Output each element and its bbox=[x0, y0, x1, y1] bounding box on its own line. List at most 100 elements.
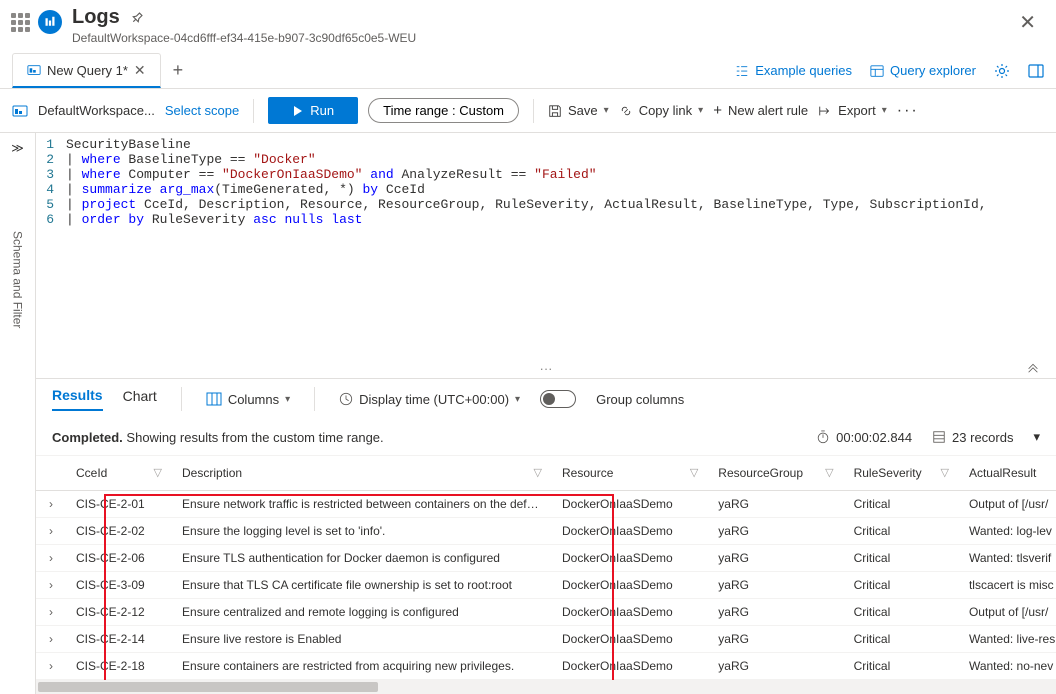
gear-icon[interactable] bbox=[994, 63, 1010, 79]
cell-description: Ensure TLS authentication for Docker dae… bbox=[172, 545, 552, 572]
main-area: ≫ Schema and Filter 1SecurityBaseline 2|… bbox=[0, 133, 1056, 694]
col-resource[interactable]: Resource▽ bbox=[552, 456, 708, 491]
query-editor[interactable]: 1SecurityBaseline 2| where BaselineType … bbox=[36, 133, 1056, 231]
waffle-icon[interactable] bbox=[8, 10, 32, 34]
expand-icon[interactable]: › bbox=[36, 518, 66, 545]
expand-icon[interactable]: › bbox=[36, 545, 66, 572]
cell-actualresult: Wanted: no-nev bbox=[959, 653, 1056, 680]
cell-ruleseverity: Critical bbox=[844, 518, 959, 545]
cell-resource: DockerOnIaaSDemo bbox=[552, 572, 708, 599]
chevron-right-icon[interactable]: ≫ bbox=[11, 141, 24, 155]
example-queries-label: Example queries bbox=[755, 63, 852, 78]
col-description[interactable]: Description▽ bbox=[172, 456, 552, 491]
elapsed-time: 00:00:02.844 bbox=[836, 430, 912, 445]
col-actualresult[interactable]: ActualResult bbox=[959, 456, 1056, 491]
tab-chart[interactable]: Chart bbox=[123, 388, 157, 410]
tab-results[interactable]: Results bbox=[52, 387, 103, 411]
add-tab-button[interactable]: + bbox=[161, 60, 196, 81]
table-row[interactable]: ›CIS-CE-2-12Ensure centralized and remot… bbox=[36, 599, 1056, 626]
cell-resourcegroup: yaRG bbox=[708, 518, 843, 545]
export-button[interactable]: Export ▾ bbox=[818, 103, 887, 118]
example-queries-button[interactable]: Example queries bbox=[735, 63, 852, 78]
cell-resource: DockerOnIaaSDemo bbox=[552, 653, 708, 680]
schema-filter-label: Schema and Filter bbox=[11, 171, 25, 328]
side-panel-collapsed[interactable]: ≫ Schema and Filter bbox=[0, 133, 36, 694]
table-row[interactable]: ›CIS-CE-2-02Ensure the logging level is … bbox=[36, 518, 1056, 545]
cell-description: Ensure the logging level is set to 'info… bbox=[172, 518, 552, 545]
cell-ruleseverity: Critical bbox=[844, 653, 959, 680]
copy-link-button[interactable]: Copy link ▾ bbox=[619, 103, 704, 118]
group-columns-toggle[interactable] bbox=[540, 390, 576, 408]
columns-label: Columns bbox=[228, 392, 279, 407]
time-range-button[interactable]: Time range : Custom bbox=[368, 98, 519, 123]
tab-close-icon[interactable]: ✕ bbox=[134, 62, 146, 79]
columns-button[interactable]: Columns ▾ bbox=[206, 392, 290, 407]
cell-resource: DockerOnIaaSDemo bbox=[552, 518, 708, 545]
cell-resourcegroup: yaRG bbox=[708, 599, 843, 626]
plus-icon: + bbox=[713, 102, 722, 119]
expand-icon[interactable]: › bbox=[36, 626, 66, 653]
cell-cceid: CIS-CE-2-01 bbox=[66, 491, 172, 518]
cell-actualresult: Wanted: tlsverif bbox=[959, 545, 1056, 572]
col-cceid[interactable]: CceId▽ bbox=[66, 456, 172, 491]
expand-icon[interactable]: › bbox=[36, 491, 66, 518]
pin-icon[interactable] bbox=[127, 8, 147, 28]
expand-icon[interactable]: › bbox=[36, 653, 66, 680]
display-time-button[interactable]: Display time (UTC+00:00) ▾ bbox=[339, 392, 520, 407]
results-toolbar: Results Chart Columns ▾ Display time (UT… bbox=[36, 378, 1056, 419]
query-explorer-button[interactable]: Query explorer bbox=[870, 63, 976, 78]
cell-cceid: CIS-CE-3-09 bbox=[66, 572, 172, 599]
cell-cceid: CIS-CE-2-06 bbox=[66, 545, 172, 572]
cell-cceid: CIS-CE-2-02 bbox=[66, 518, 172, 545]
select-scope-button[interactable]: Select scope bbox=[165, 103, 239, 118]
table-row[interactable]: ›CIS-CE-2-01Ensure network traffic is re… bbox=[36, 491, 1056, 518]
clock-icon bbox=[339, 392, 353, 406]
record-count: 23 records bbox=[952, 430, 1013, 445]
pane-splitter[interactable]: ··· bbox=[36, 358, 1056, 378]
workspace-path: DefaultWorkspace-04cd6fff-ef34-415e-b907… bbox=[72, 31, 1011, 45]
divider bbox=[253, 99, 254, 123]
cell-actualresult: tlscacert is misc bbox=[959, 572, 1056, 599]
chevron-down-icon[interactable]: ▾ bbox=[1033, 429, 1040, 445]
cell-actualresult: Output of [/usr/ bbox=[959, 599, 1056, 626]
save-icon bbox=[548, 104, 562, 118]
filter-icon[interactable]: ▽ bbox=[690, 466, 698, 479]
close-icon[interactable]: ✕ bbox=[1011, 6, 1044, 39]
save-button[interactable]: Save ▾ bbox=[548, 103, 609, 118]
cell-resourcegroup: yaRG bbox=[708, 545, 843, 572]
cell-resourcegroup: yaRG bbox=[708, 491, 843, 518]
horizontal-scrollbar[interactable] bbox=[36, 680, 1056, 694]
filter-icon[interactable]: ▽ bbox=[825, 466, 833, 479]
cell-ruleseverity: Critical bbox=[844, 545, 959, 572]
table-row[interactable]: ›CIS-CE-2-18Ensure containers are restri… bbox=[36, 653, 1056, 680]
cell-actualresult: Wanted: log-lev bbox=[959, 518, 1056, 545]
table-row[interactable]: ›CIS-CE-3-09Ensure that TLS CA certifica… bbox=[36, 572, 1056, 599]
run-button[interactable]: Run bbox=[268, 97, 358, 124]
filter-icon[interactable]: ▽ bbox=[534, 466, 542, 479]
col-resourcegroup[interactable]: ResourceGroup▽ bbox=[708, 456, 843, 491]
query-explorer-label: Query explorer bbox=[890, 63, 976, 78]
filter-icon[interactable]: ▽ bbox=[940, 466, 948, 479]
run-label: Run bbox=[310, 103, 334, 118]
table-row[interactable]: ›CIS-CE-2-06Ensure TLS authentication fo… bbox=[36, 545, 1056, 572]
link-icon bbox=[619, 104, 633, 118]
tab-new-query[interactable]: New Query 1* ✕ bbox=[12, 53, 161, 88]
table-header-row: CceId▽ Description▽ Resource▽ ResourceGr… bbox=[36, 456, 1056, 491]
filter-icon[interactable]: ▽ bbox=[154, 466, 162, 479]
cell-cceid: CIS-CE-2-18 bbox=[66, 653, 172, 680]
cell-resourcegroup: yaRG bbox=[708, 653, 843, 680]
save-label: Save bbox=[568, 103, 598, 118]
panel-icon[interactable] bbox=[1028, 63, 1044, 79]
col-ruleseverity[interactable]: RuleSeverity▽ bbox=[844, 456, 959, 491]
more-button[interactable]: ··· bbox=[897, 102, 919, 120]
scope-name: DefaultWorkspace... bbox=[38, 103, 155, 118]
play-icon bbox=[292, 105, 304, 117]
new-alert-button[interactable]: + New alert rule bbox=[713, 102, 808, 119]
cell-ruleseverity: Critical bbox=[844, 491, 959, 518]
expand-icon[interactable]: › bbox=[36, 572, 66, 599]
collapse-up-icon[interactable] bbox=[1026, 360, 1040, 374]
query-tabs: New Query 1* ✕ + Example queries Query e… bbox=[0, 53, 1056, 89]
explorer-icon bbox=[870, 64, 884, 78]
table-row[interactable]: ›CIS-CE-2-14Ensure live restore is Enabl… bbox=[36, 626, 1056, 653]
expand-icon[interactable]: › bbox=[36, 599, 66, 626]
